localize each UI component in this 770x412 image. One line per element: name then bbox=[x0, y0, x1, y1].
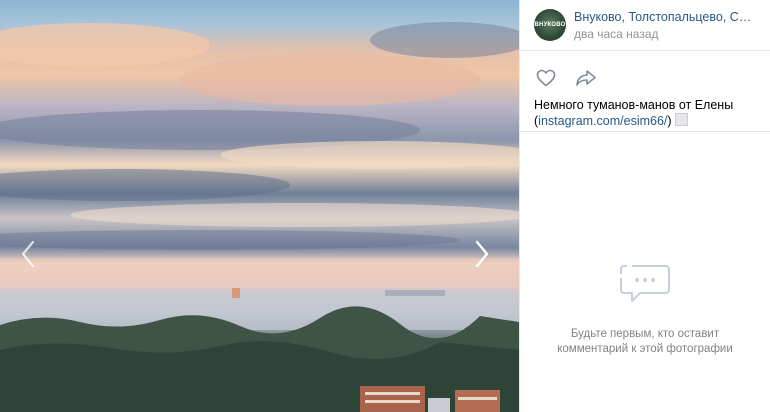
photo-scene bbox=[0, 22, 519, 412]
photo-sidebar: ВНУКОВО Внуково, Толстопальцево, Солнцев… bbox=[519, 0, 770, 412]
emoji-icon bbox=[674, 113, 688, 126]
previous-photo-button[interactable] bbox=[20, 240, 50, 280]
post-time[interactable]: два часа назад bbox=[574, 26, 754, 42]
share-button[interactable] bbox=[574, 66, 598, 90]
caption-text: Немного туманов-манов от Елены bbox=[534, 98, 734, 112]
photo[interactable] bbox=[0, 0, 519, 412]
avatar-logo-text: ВНУКОВО bbox=[534, 22, 566, 28]
post-actions bbox=[520, 51, 770, 93]
post-header: ВНУКОВО Внуково, Толстопальцево, Солнцев… bbox=[520, 0, 770, 51]
next-photo-button[interactable] bbox=[474, 240, 504, 280]
comments-empty-text: Будьте первым, кто оставит комментарий к… bbox=[557, 328, 733, 355]
photo-viewer: ВНУКОВО Внуково, Толстопальцево, Солнцев… bbox=[0, 0, 770, 412]
chevron-left-icon bbox=[21, 240, 35, 268]
group-avatar[interactable]: ВНУКОВО bbox=[534, 9, 566, 41]
like-button[interactable] bbox=[534, 66, 558, 90]
comments-empty-state: Будьте первым, кто оставит комментарий к… bbox=[520, 262, 770, 357]
caption-link[interactable]: instagram.com/esim66/ bbox=[538, 114, 667, 128]
photo-caption: Немного туманов-манов от Елены (instagra… bbox=[520, 93, 770, 129]
share-arrow-icon bbox=[576, 70, 596, 86]
caption-paren-close: ) bbox=[667, 114, 672, 128]
comments-divider bbox=[520, 131, 770, 132]
comment-bubble-icon bbox=[620, 265, 670, 302]
group-name-link[interactable]: Внуково, Толстопальцево, Солнцево bbox=[574, 9, 754, 25]
chevron-right-icon bbox=[475, 240, 489, 268]
heart-icon bbox=[536, 69, 556, 87]
post-meta: Внуково, Толстопальцево, Солнцево два ча… bbox=[574, 9, 754, 42]
